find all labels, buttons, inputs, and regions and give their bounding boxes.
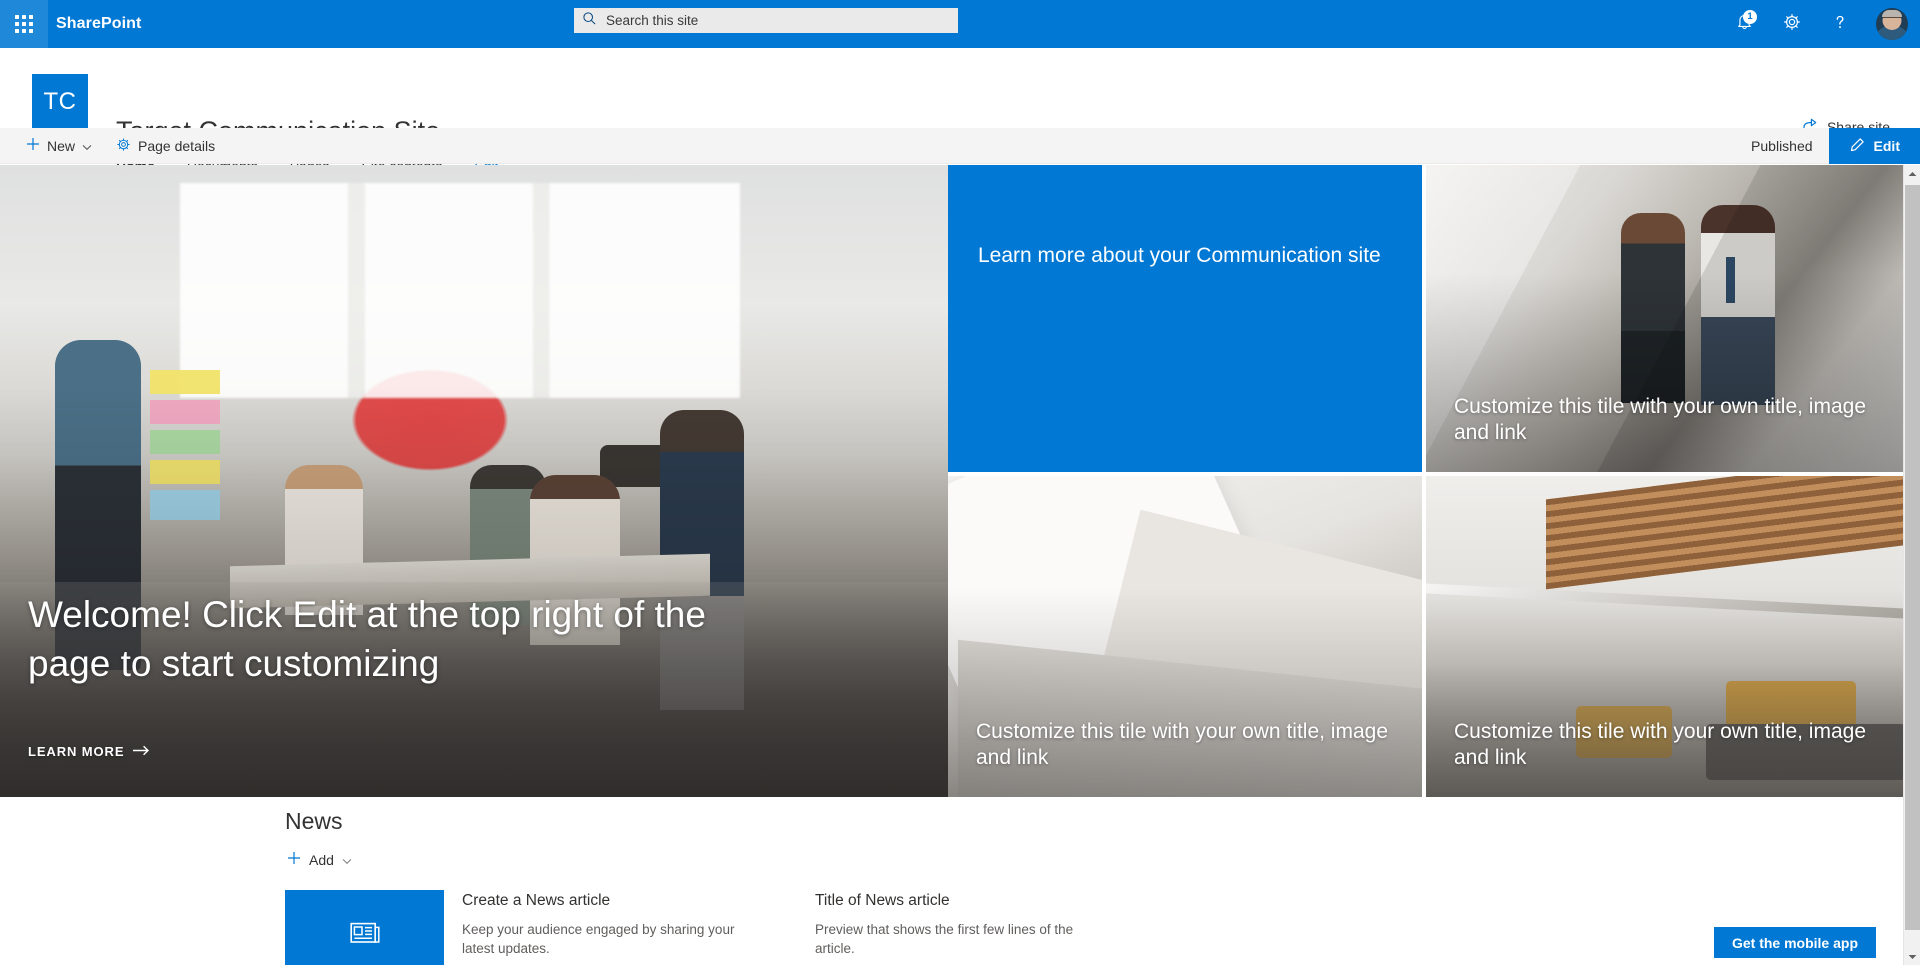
hero-tile-4[interactable]: Customize this tile with your own title,…: [1426, 476, 1906, 797]
user-avatar-button[interactable]: [1864, 0, 1920, 48]
chevron-down-icon: [342, 852, 352, 868]
hero-tile-2[interactable]: Customize this tile with your own title,…: [1426, 165, 1906, 472]
suite-brand[interactable]: SharePoint: [56, 15, 141, 33]
news-card-title[interactable]: Create a News article: [462, 892, 762, 911]
news-add-label: Add: [309, 851, 334, 868]
news-card-title[interactable]: Title of News article: [815, 892, 1115, 911]
sharepoint-page: SharePoint 1: [0, 0, 1920, 965]
hero-tile-grid: Learn more about your Communication site…: [948, 165, 1906, 797]
site-search-box[interactable]: [574, 8, 958, 33]
hero-tile-4-text: Customize this tile with your own title,…: [1454, 719, 1866, 769]
hero-tile-1-text: Learn more about your Communication site: [978, 244, 1381, 267]
hero-tile-3[interactable]: Customize this tile with your own title,…: [948, 476, 1422, 797]
help-icon: [1830, 12, 1850, 37]
gear-icon: [1782, 12, 1802, 37]
avatar: [1876, 8, 1908, 40]
search-icon: [582, 11, 606, 31]
site-logo[interactable]: TC: [32, 74, 88, 130]
news-card[interactable]: Create a News article Keep your audience…: [285, 890, 790, 965]
get-mobile-app-button[interactable]: Get the mobile app: [1713, 927, 1876, 958]
hero-main-caption: Welcome! Click Edit at the top right of …: [28, 594, 706, 685]
waffle-icon: [15, 15, 33, 33]
hero-main-scrim: [0, 165, 948, 797]
publish-status-label: Published: [1751, 138, 1813, 154]
plus-icon: [287, 851, 301, 868]
hero-tile-2-text: Customize this tile with your own title,…: [1454, 394, 1866, 444]
command-bar: New Page details Published Edit: [0, 128, 1920, 164]
page-details-label: Page details: [138, 137, 216, 154]
app-launcher-button[interactable]: [0, 0, 48, 48]
hero-main-tile[interactable]: Welcome! Click Edit at the top right of …: [0, 165, 948, 797]
plus-icon: [26, 137, 40, 154]
news-card-description: Keep your audience engaged by sharing yo…: [462, 921, 735, 957]
scrollbar-thumb[interactable]: [1905, 185, 1920, 930]
page-canvas: Welcome! Click Edit at the top right of …: [0, 165, 1906, 965]
arrow-right-icon: [133, 744, 150, 759]
edit-page-button[interactable]: Edit: [1828, 128, 1920, 164]
hero-tile-1[interactable]: Learn more about your Communication site: [948, 165, 1422, 472]
notifications-button[interactable]: 1: [1720, 0, 1768, 48]
suite-bar: SharePoint 1: [0, 0, 1920, 48]
search-input[interactable]: [606, 13, 950, 28]
hero-webpart: Welcome! Click Edit at the top right of …: [0, 165, 1906, 797]
gear-icon: [116, 137, 131, 155]
command-bar-right: Published Edit: [1751, 128, 1920, 164]
pencil-icon: [1849, 137, 1865, 156]
news-card-thumbnail[interactable]: [285, 890, 444, 965]
notification-count-badge: 1: [1743, 10, 1757, 24]
chevron-down-icon: [82, 138, 92, 154]
edit-page-label: Edit: [1873, 138, 1900, 154]
page-scrollbar[interactable]: [1903, 165, 1920, 965]
news-icon: [349, 920, 380, 951]
news-webpart: News Add Create a News article Keep your…: [0, 810, 1906, 965]
hero-tile-3-text: Customize this tile with your own title,…: [976, 719, 1388, 769]
page-details-button[interactable]: Page details: [104, 128, 227, 164]
site-header: TC Target Communication Site Home Docume…: [0, 48, 1920, 183]
hero-learn-more-link[interactable]: LEARN MORE: [28, 744, 150, 759]
news-card[interactable]: Title of News article Preview that shows…: [815, 890, 1320, 965]
new-label: New: [47, 137, 76, 154]
scroll-down-button[interactable]: [1904, 948, 1920, 965]
hero-cta-label: LEARN MORE: [28, 744, 125, 759]
news-card-description: Preview that shows the first few lines o…: [815, 921, 1074, 957]
news-heading: News: [285, 808, 343, 834]
news-add-button[interactable]: Add: [285, 847, 354, 872]
scroll-up-button[interactable]: [1904, 165, 1920, 182]
help-button[interactable]: [1816, 0, 1864, 48]
settings-button[interactable]: [1768, 0, 1816, 48]
news-card-list: Create a News article Keep your audience…: [285, 890, 1906, 965]
suite-actions: 1: [1720, 0, 1920, 48]
new-button[interactable]: New: [14, 128, 104, 164]
